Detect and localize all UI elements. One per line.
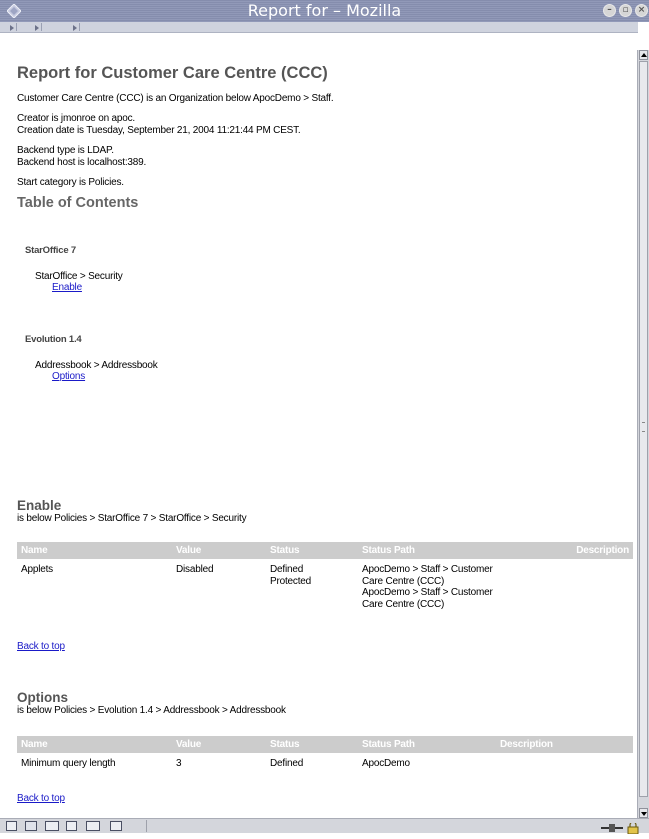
sidebar-grippy-strip — [0, 22, 638, 33]
status-divider — [146, 820, 147, 832]
status-line: Defined — [270, 564, 304, 575]
minimize-icon[interactable]: – — [603, 4, 616, 17]
toc-product: StarOffice 7 — [25, 245, 76, 256]
cell-status-path: ApocDemo — [362, 758, 410, 769]
offline-icon[interactable] — [110, 821, 122, 831]
status-right-icons — [601, 821, 641, 839]
cell-name: Applets — [21, 564, 53, 575]
options-table: Name Value Status Status Path Descriptio… — [17, 736, 633, 770]
section-title-options: Options — [17, 690, 68, 705]
column-header: Name — [17, 736, 172, 753]
column-header: Status — [266, 736, 358, 753]
section-title-enable: Enable — [17, 498, 62, 513]
scrollbar-thumb[interactable] — [639, 61, 648, 797]
cell-description — [496, 753, 633, 770]
close-icon[interactable]: × — [635, 4, 648, 17]
column-header: Status Path — [358, 736, 496, 753]
toc-product: Evolution 1.4 — [25, 334, 82, 345]
cell-name: Minimum query length — [21, 758, 116, 769]
page-title: Report for Customer Care Centre (CCC) — [17, 64, 328, 82]
report-content: Report for Customer Care Centre (CCC) Cu… — [0, 50, 637, 818]
status-path-line: Care Centre (CCC) — [362, 575, 445, 587]
toc-link-enable[interactable]: Enable — [52, 282, 82, 293]
backend-host-line: Backend host is localhost:389. — [17, 157, 147, 168]
cell-status: Defined Protected — [266, 559, 358, 610]
connection-icon[interactable] — [601, 824, 623, 832]
cell-status-path: ApocDemo > Staff > Customer Care Centre … — [358, 559, 556, 610]
table-row: Applets Disabled Defined Protected ApocD… — [17, 559, 633, 610]
status-path-line: Care Centre (CCC) — [362, 598, 445, 610]
column-header: Status — [266, 542, 358, 559]
table-header-row: Name Value Status Status Path Descriptio… — [17, 542, 633, 559]
back-to-top-link[interactable]: Back to top — [17, 641, 65, 652]
enable-table: Name Value Status Status Path Descriptio… — [17, 542, 633, 610]
table-row: Minimum query length 3 Defined ApocDemo — [17, 753, 633, 770]
grippy-toggle-icon[interactable] — [72, 23, 80, 31]
status-path-line: ApocDemo > Staff > Customer — [362, 564, 493, 575]
scroll-down-icon[interactable] — [639, 808, 648, 818]
window-title: Report for – Mozilla — [247, 1, 402, 20]
grippy-toggle-icon[interactable] — [34, 23, 42, 31]
chatzilla-icon[interactable] — [86, 821, 100, 831]
addressbook-icon[interactable] — [66, 821, 77, 831]
section-below-enable: is below Policies > StarOffice 7 > StarO… — [17, 513, 247, 524]
security-lock-icon[interactable] — [627, 821, 639, 835]
org-line: Customer Care Centre (CCC) is an Organiz… — [17, 93, 334, 104]
column-header: Status Path — [358, 542, 556, 559]
status-line: Protected — [270, 575, 312, 587]
window-titlebar[interactable]: Report for – Mozilla – ▫ × — [0, 0, 649, 22]
status-path-line: ApocDemo > Staff > Customer — [362, 587, 493, 598]
cell-status: Defined — [270, 758, 304, 769]
status-bar — [0, 818, 649, 835]
cell-value: Disabled — [176, 564, 214, 575]
section-below-options: is below Policies > Evolution 1.4 > Addr… — [17, 705, 286, 716]
vertical-scrollbar[interactable] — [637, 50, 649, 818]
cell-value: 3 — [176, 758, 182, 769]
backend-type-line: Backend type is LDAP. — [17, 145, 114, 156]
toc-path: StarOffice > Security — [35, 271, 123, 282]
toc-path: Addressbook > Addressbook — [35, 360, 158, 371]
creation-date-line: Creation date is Tuesday, September 21, … — [17, 125, 301, 136]
start-category-line: Start category is Policies. — [17, 177, 124, 188]
grippy-toggle-icon[interactable] — [9, 23, 17, 31]
column-header: Value — [172, 736, 266, 753]
toc-title: Table of Contents — [17, 195, 139, 211]
column-header: Value — [172, 542, 266, 559]
toc-link-options[interactable]: Options — [52, 371, 85, 382]
creator-line: Creator is jmonroe on apoc. — [17, 113, 135, 124]
column-header: Description — [496, 736, 633, 753]
column-header: Description — [556, 542, 633, 559]
cell-description — [556, 559, 633, 610]
mail-icon[interactable] — [25, 821, 37, 831]
navigator-icon[interactable] — [6, 821, 17, 831]
maximize-icon[interactable]: ▫ — [619, 4, 632, 17]
composer-icon[interactable] — [45, 821, 59, 831]
column-header: Name — [17, 542, 172, 559]
back-to-top-link[interactable]: Back to top — [17, 793, 65, 804]
scroll-up-icon[interactable] — [639, 50, 648, 60]
table-header-row: Name Value Status Status Path Descriptio… — [17, 736, 633, 753]
